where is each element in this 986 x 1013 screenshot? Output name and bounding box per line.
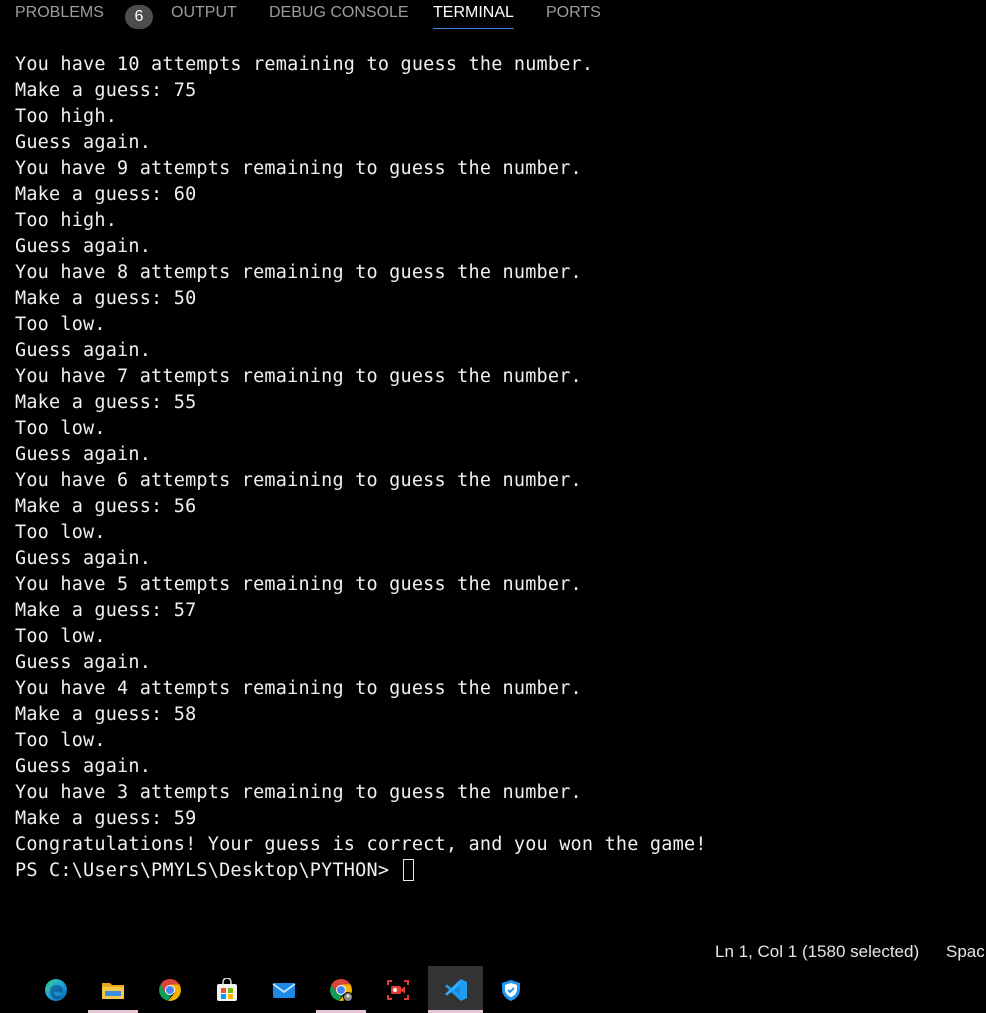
edge-icon [45, 978, 67, 1001]
taskbar-mail[interactable] [259, 966, 309, 1013]
chrome-icon [159, 978, 181, 1001]
terminal-cursor [402, 859, 414, 881]
terminal-line: Too low. [15, 522, 106, 543]
terminal-line: Make a guess: 75 [15, 80, 197, 101]
tab-ports[interactable]: PORTS [546, 4, 601, 26]
terminal-line: Make a guess: 56 [15, 496, 197, 517]
terminal-line: Make a guess: 50 [15, 288, 197, 309]
tab-debug-console-label: DEBUG CONSOLE [269, 4, 409, 21]
terminal-line: Make a guess: 60 [15, 184, 197, 205]
taskbar-chrome[interactable] [145, 966, 195, 1013]
security-shield-icon [502, 979, 520, 1001]
terminal-line: Guess again. [15, 340, 152, 361]
taskbar-edge[interactable] [31, 966, 81, 1013]
problems-count-badge: 6 [125, 5, 153, 29]
terminal-line: Guess again. [15, 132, 152, 153]
taskbar-screen-recorder[interactable] [373, 966, 423, 1013]
vscode-icon [444, 978, 467, 1001]
tab-debug-console[interactable]: DEBUG CONSOLE [269, 4, 409, 26]
terminal-line: Too low. [15, 418, 106, 439]
terminal-line: You have 10 attempts remaining to guess … [15, 54, 594, 75]
terminal-line: Guess again. [15, 652, 152, 673]
taskbar-vscode[interactable] [428, 966, 483, 1013]
terminal-line: You have 5 attempts remaining to guess t… [15, 574, 582, 595]
terminal-prompt: PS C:\Users\PMYLS\Desktop\PYTHON> [15, 860, 401, 881]
terminal-line: You have 4 attempts remaining to guess t… [15, 678, 582, 699]
terminal-line: You have 9 attempts remaining to guess t… [15, 158, 582, 179]
terminal-line: You have 3 attempts remaining to guess t… [15, 782, 582, 803]
terminal-line: Congratulations! Your guess is correct, … [15, 834, 707, 855]
taskbar-chrome-profile[interactable] [316, 966, 366, 1013]
screen-recorder-icon [387, 979, 409, 1000]
taskbar-store[interactable] [202, 966, 252, 1013]
terminal-line: Guess again. [15, 236, 152, 257]
terminal-line: You have 6 attempts remaining to guess t… [15, 470, 582, 491]
terminal-line: Too low. [15, 314, 106, 335]
tab-problems[interactable]: PROBLEMS 6 [15, 4, 153, 29]
terminal-line: Guess again. [15, 548, 152, 569]
terminal-line: Make a guess: 57 [15, 600, 197, 621]
tab-output[interactable]: OUTPUT [171, 4, 237, 26]
terminal-output[interactable]: You have 10 attempts remaining to guess … [15, 52, 975, 884]
cursor-position-status[interactable]: Ln 1, Col 1 (1580 selected) [715, 938, 919, 966]
terminal-line: Make a guess: 58 [15, 704, 197, 725]
mail-icon [272, 982, 296, 998]
terminal-line: Too high. [15, 106, 118, 127]
panel-tab-bar: PROBLEMS 6 OUTPUT DEBUG CONSOLE TERMINAL… [0, 0, 986, 30]
tab-ports-label: PORTS [546, 4, 601, 21]
terminal-line: Guess again. [15, 444, 152, 465]
terminal-line: Too low. [15, 626, 106, 647]
terminal-line: Make a guess: 59 [15, 808, 197, 829]
tab-problems-label: PROBLEMS [15, 4, 104, 21]
terminal-line: Guess again. [15, 756, 152, 777]
taskbar-file-explorer[interactable] [88, 966, 138, 1013]
microsoft-store-icon [217, 977, 237, 1001]
chrome-profile-icon [330, 978, 353, 1002]
status-bar: Ln 1, Col 1 (1580 selected) Spac [0, 938, 986, 966]
taskbar-security[interactable] [486, 966, 536, 1013]
tab-terminal-label: TERMINAL [433, 4, 514, 21]
tab-output-label: OUTPUT [171, 4, 237, 21]
terminal-line: You have 8 attempts remaining to guess t… [15, 262, 582, 283]
file-explorer-icon [102, 982, 124, 999]
terminal-line: Too high. [15, 210, 118, 231]
terminal-line: Make a guess: 55 [15, 392, 197, 413]
tab-terminal[interactable]: TERMINAL [433, 4, 514, 29]
terminal-line: Too low. [15, 730, 106, 751]
indentation-status[interactable]: Spac [946, 938, 985, 966]
terminal-line: You have 7 attempts remaining to guess t… [15, 366, 582, 387]
terminal-prompt-line[interactable]: PS C:\Users\PMYLS\Desktop\PYTHON> [15, 858, 975, 884]
taskbar [0, 966, 986, 1013]
